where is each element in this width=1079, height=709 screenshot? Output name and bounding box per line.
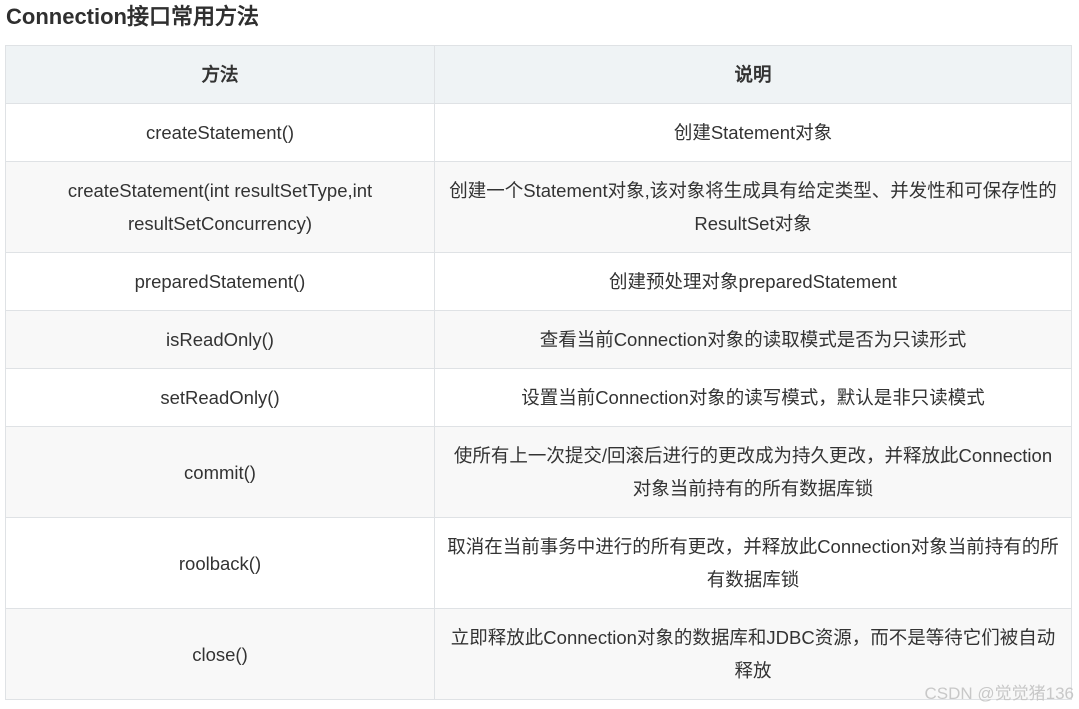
page-title: Connection接口常用方法 [6,4,259,29]
description-cell: 创建一个Statement对象,该对象将生成具有给定类型、并发性和可保存性的Re… [434,161,1072,253]
table-header-row: 方法 说明 [5,45,1072,104]
table-row: roolback() 取消在当前事务中进行的所有更改，并释放此Connectio… [5,517,1072,609]
method-cell: createStatement(int resultSetType,int re… [5,161,435,253]
table-row: preparedStatement() 创建预处理对象preparedState… [5,252,1072,311]
methods-table: 方法 说明 createStatement() 创建Statement对象 cr… [5,45,1072,700]
description-cell: 使所有上一次提交/回滚后进行的更改成为持久更改，并释放此Connection对象… [434,426,1072,518]
table-row: createStatement(int resultSetType,int re… [5,161,1072,253]
table-row: commit() 使所有上一次提交/回滚后进行的更改成为持久更改，并释放此Con… [5,426,1072,518]
method-cell: preparedStatement() [5,252,435,311]
method-cell: createStatement() [5,103,435,162]
table-row: createStatement() 创建Statement对象 [5,103,1072,162]
method-cell: setReadOnly() [5,368,435,427]
table-row: isReadOnly() 查看当前Connection对象的读取模式是否为只读形… [5,310,1072,369]
method-cell: isReadOnly() [5,310,435,369]
watermark: CSDN @觉觉猪136 [924,684,1074,703]
description-cell: 设置当前Connection对象的读写模式，默认是非只读模式 [434,368,1072,427]
method-cell: close() [5,608,435,700]
method-cell: commit() [5,426,435,518]
description-cell: 查看当前Connection对象的读取模式是否为只读形式 [434,310,1072,369]
column-header-description: 说明 [434,45,1072,104]
table-row: close() 立即释放此Connection对象的数据库和JDBC资源，而不是… [5,608,1072,700]
method-cell: roolback() [5,517,435,609]
description-cell: 创建Statement对象 [434,103,1072,162]
table-row: setReadOnly() 设置当前Connection对象的读写模式，默认是非… [5,368,1072,427]
description-cell: 取消在当前事务中进行的所有更改，并释放此Connection对象当前持有的所有数… [434,517,1072,609]
column-header-method: 方法 [5,45,435,104]
description-cell: 创建预处理对象preparedStatement [434,252,1072,311]
